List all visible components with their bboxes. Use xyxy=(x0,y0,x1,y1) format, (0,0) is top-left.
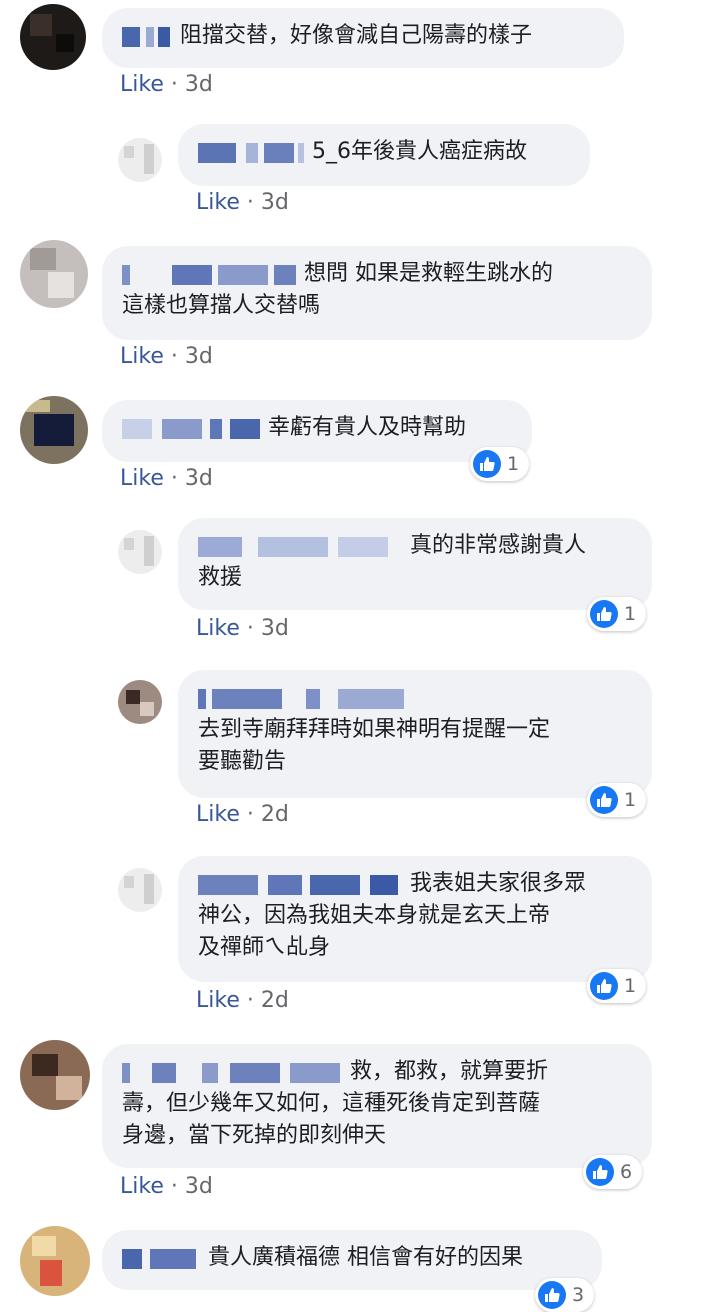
like-link[interactable]: Like xyxy=(120,1174,164,1199)
comment-meta: Like · 3d xyxy=(120,466,213,491)
reaction-summary[interactable]: 1 xyxy=(587,783,647,817)
blurred-author-name[interactable] xyxy=(122,1061,344,1083)
comment-text: 真的非常感謝貴人 xyxy=(410,533,587,558)
reaction-count: 3 xyxy=(572,1284,585,1306)
avatar[interactable] xyxy=(118,138,162,182)
blurred-author-name[interactable] xyxy=(122,263,298,285)
like-link[interactable]: Like xyxy=(120,466,164,491)
reaction-summary[interactable]: 6 xyxy=(583,1155,643,1189)
comment-bubble: 去到寺廟拜拜時如果神明有提醒一定 要聽勸告 xyxy=(178,670,652,798)
comment-text: 我表姐夫家很多眾 xyxy=(410,871,587,896)
reaction-count: 1 xyxy=(624,789,637,811)
comment-time[interactable]: 3d xyxy=(261,616,289,641)
meta-separator: · xyxy=(239,616,261,641)
comment-meta: Like · 3d xyxy=(120,72,213,97)
comment-text: 這樣也算擋人交替嗎 xyxy=(122,293,321,318)
comment-meta: Like · 3d xyxy=(196,616,289,641)
reaction-count: 1 xyxy=(624,975,637,997)
comment-text: 要聽勸告 xyxy=(198,749,287,774)
comment-time[interactable]: 3d xyxy=(185,1174,213,1199)
like-link[interactable]: Like xyxy=(120,344,164,369)
thumbs-up-icon xyxy=(586,1158,614,1186)
comment-text: 及禪師ㄟ乩身 xyxy=(198,935,331,960)
comment-text: 5_6年後貴人癌症病故 xyxy=(312,139,527,164)
avatar[interactable] xyxy=(118,868,162,912)
avatar[interactable] xyxy=(20,4,86,70)
comment-text: 救援 xyxy=(198,565,243,590)
comment-time[interactable]: 3d xyxy=(185,344,213,369)
meta-separator: · xyxy=(239,988,261,1013)
reaction-summary[interactable]: 3 xyxy=(535,1278,595,1312)
comment-bubble: 救，都救，就算要折 壽，但少幾年又如何，這種死後肯定到菩薩 身邊，當下死掉的即刻… xyxy=(102,1044,652,1168)
reaction-count: 6 xyxy=(620,1161,633,1183)
blurred-author-name[interactable] xyxy=(122,1247,202,1269)
avatar[interactable] xyxy=(20,240,88,308)
comment-meta: Like · 3d xyxy=(120,1174,213,1199)
meta-separator: · xyxy=(163,1174,185,1199)
comment-text: 想問 如果是救輕生跳水的 xyxy=(304,261,553,286)
blurred-author-name[interactable] xyxy=(122,417,262,439)
meta-separator: · xyxy=(163,72,185,97)
thumbs-up-icon xyxy=(473,450,501,478)
avatar[interactable] xyxy=(20,1226,90,1296)
comment-meta: Like · 3d xyxy=(120,344,213,369)
blurred-author-name[interactable] xyxy=(198,873,404,895)
comment-text: 貴人廣積福德 相信會有好的因果 xyxy=(208,1245,523,1270)
blurred-author-name[interactable] xyxy=(198,141,306,163)
comment-meta: Like · 2d xyxy=(196,802,289,827)
comment-time[interactable]: 3d xyxy=(185,72,213,97)
meta-separator: · xyxy=(163,466,185,491)
blurred-author-name[interactable] xyxy=(122,25,174,47)
comment-time[interactable]: 2d xyxy=(261,802,289,827)
comment-text: 去到寺廟拜拜時如果神明有提醒一定 xyxy=(198,717,551,742)
like-link[interactable]: Like xyxy=(196,190,240,215)
comment-time[interactable]: 2d xyxy=(261,988,289,1013)
like-link[interactable]: Like xyxy=(196,988,240,1013)
reaction-count: 1 xyxy=(624,603,637,625)
comment-meta: Like · 3d xyxy=(196,190,289,215)
comment-text: 壽，但少幾年又如何，這種死後肯定到菩薩 xyxy=(122,1091,541,1116)
reaction-summary[interactable]: 1 xyxy=(587,969,647,1003)
comment-bubble: 阻擋交替，好像會減自己陽壽的樣子 xyxy=(102,8,624,68)
thumbs-up-icon xyxy=(590,972,618,1000)
thumbs-up-icon xyxy=(590,786,618,814)
avatar[interactable] xyxy=(118,530,162,574)
avatar[interactable] xyxy=(118,680,162,724)
blurred-author-name[interactable] xyxy=(198,687,408,709)
comment-text: 身邊，當下死掉的即刻伸天 xyxy=(122,1123,387,1148)
comment-bubble: 5_6年後貴人癌症病故 xyxy=(178,124,590,186)
comment-meta: Like · 2d xyxy=(196,988,289,1013)
comment-text: 救，都救，就算要折 xyxy=(350,1059,549,1084)
avatar[interactable] xyxy=(20,1040,90,1110)
like-link[interactable]: Like xyxy=(196,802,240,827)
blurred-author-name[interactable] xyxy=(198,535,404,557)
meta-separator: · xyxy=(239,190,261,215)
reaction-summary[interactable]: 1 xyxy=(470,447,530,481)
meta-separator: · xyxy=(239,802,261,827)
meta-separator: · xyxy=(163,344,185,369)
comment-bubble: 想問 如果是救輕生跳水的 這樣也算擋人交替嗎 xyxy=(102,246,652,340)
comment-time[interactable]: 3d xyxy=(261,190,289,215)
like-link[interactable]: Like xyxy=(120,72,164,97)
comment-bubble: 我表姐夫家很多眾 神公，因為我姐夫本身就是玄天上帝 及禪師ㄟ乩身 xyxy=(178,856,652,982)
comment-time[interactable]: 3d xyxy=(185,466,213,491)
thumbs-up-icon xyxy=(590,600,618,628)
like-link[interactable]: Like xyxy=(196,616,240,641)
comment-bubble: 貴人廣積福德 相信會有好的因果 xyxy=(102,1230,602,1290)
comment-text: 神公，因為我姐夫本身就是玄天上帝 xyxy=(198,903,551,928)
comment-bubble: 真的非常感謝貴人 救援 xyxy=(178,518,652,610)
thumbs-up-icon xyxy=(538,1281,566,1309)
comment-text: 幸虧有貴人及時幫助 xyxy=(268,415,467,440)
reaction-count: 1 xyxy=(507,453,520,475)
avatar[interactable] xyxy=(20,396,88,464)
reaction-summary[interactable]: 1 xyxy=(587,597,647,631)
comment-text: 阻擋交替，好像會減自己陽壽的樣子 xyxy=(180,23,533,48)
comment-bubble: 幸虧有貴人及時幫助 xyxy=(102,400,532,462)
